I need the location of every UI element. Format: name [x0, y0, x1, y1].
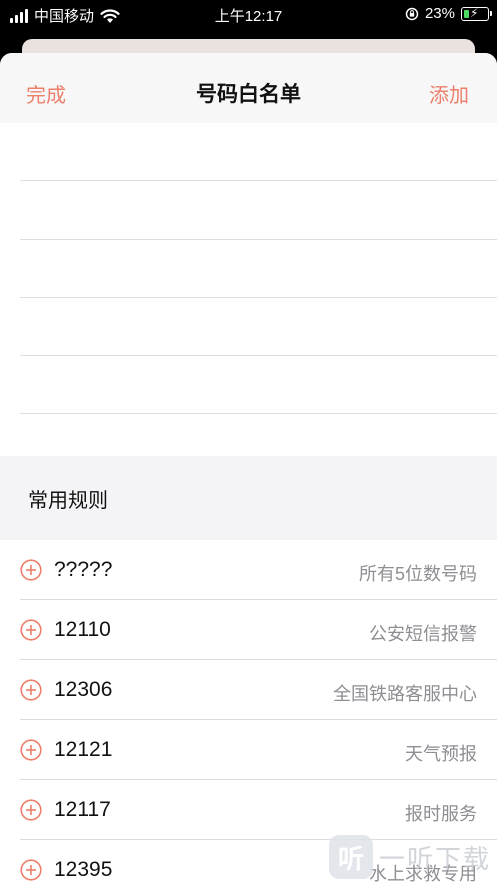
- status-right: 23% ⚡: [405, 5, 492, 22]
- add-button[interactable]: 添加: [429, 79, 469, 108]
- watermark-logo: 听: [328, 835, 373, 879]
- battery-nub: [490, 10, 492, 16]
- plus-circle-icon[interactable]: [20, 619, 42, 641]
- empty-row-divider: [20, 180, 497, 181]
- battery-charging-icon: ⚡: [461, 5, 492, 21]
- rule-row-2[interactable]: 12306 全国铁路客服中心: [0, 660, 497, 720]
- rule-number: 12395: [54, 858, 113, 881]
- empty-row-divider: [20, 297, 497, 298]
- rule-row-4[interactable]: 12117 报时服务: [0, 780, 497, 840]
- plus-circle-icon[interactable]: [20, 679, 42, 701]
- plus-circle-icon[interactable]: [20, 859, 42, 881]
- rule-description: 公安短信报警: [369, 624, 477, 644]
- section-header-label: 常用规则: [28, 490, 108, 512]
- navigation-bar: 完成 号码白名单 添加: [0, 53, 497, 123]
- rule-row-0[interactable]: ????? 所有5位数号码: [0, 540, 497, 600]
- whitelist-entries: [0, 123, 497, 456]
- battery-percent: 23%: [424, 5, 455, 22]
- rule-description: 所有5位数号码: [358, 564, 477, 584]
- plus-circle-icon[interactable]: [20, 799, 42, 821]
- rule-description: 报时服务: [405, 804, 477, 824]
- watermark-text: 一听下载: [378, 843, 491, 874]
- empty-row-divider: [20, 239, 497, 240]
- plus-circle-icon[interactable]: [20, 739, 42, 761]
- page-title: 号码白名单: [196, 83, 301, 106]
- rule-number: ?????: [54, 558, 113, 581]
- rule-number: 12121: [54, 738, 113, 761]
- common-rules-list: ????? 所有5位数号码 12110 公安短信报警 12306 全国铁路客服中…: [0, 540, 497, 883]
- section-header: 常用规则: [0, 456, 497, 540]
- empty-row-divider: [20, 413, 497, 414]
- rule-description: 全国铁路客服中心: [333, 684, 477, 704]
- watermark: 听 一听下载: [328, 835, 491, 879]
- battery-fill: [464, 9, 469, 18]
- charging-bolt-icon: ⚡: [470, 5, 479, 20]
- rule-number: 12117: [54, 798, 111, 821]
- rule-number: 12306: [54, 678, 113, 701]
- empty-row-divider: [20, 355, 497, 356]
- rule-description: 天气预报: [405, 744, 477, 764]
- status-bar: 中国移动 上午12:17 23% ⚡: [0, 0, 497, 30]
- rule-row-1[interactable]: 12110 公安短信报警: [0, 600, 497, 660]
- plus-circle-icon[interactable]: [20, 559, 42, 581]
- whitelist-sheet: 完成 号码白名单 添加 常用规则 ????? 所有5位数号码 12110 公安短…: [0, 53, 497, 883]
- rule-number: 12110: [54, 618, 111, 641]
- orientation-lock-icon: [405, 7, 419, 20]
- rule-row-3[interactable]: 12121 天气预报: [0, 720, 497, 780]
